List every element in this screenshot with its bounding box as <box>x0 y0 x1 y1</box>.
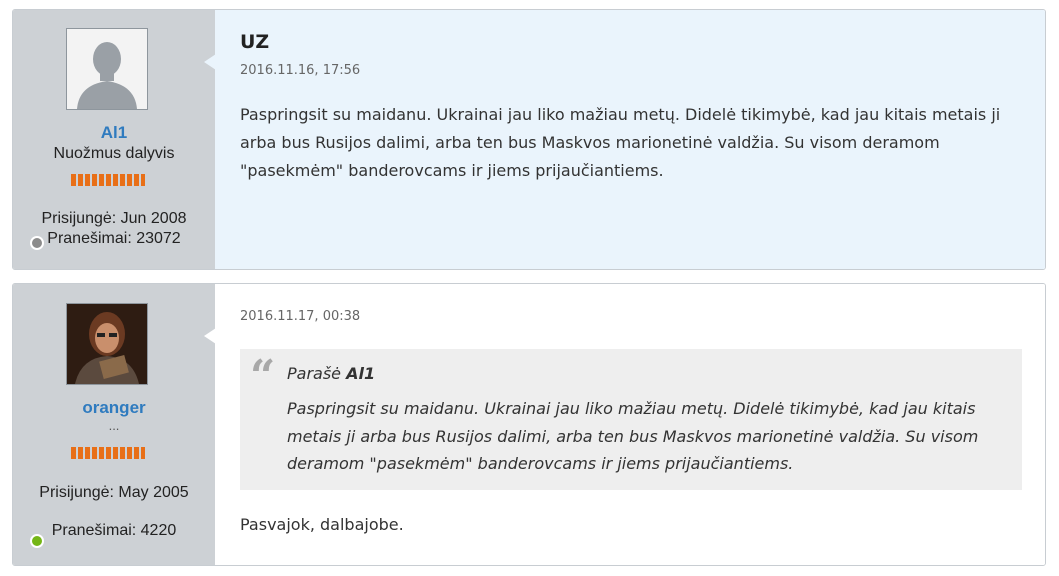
online-status-icon <box>30 534 44 548</box>
post-body: 2016.11.17, 00:38 “ Parašė Al1 Pasprings… <box>215 284 1045 565</box>
quote-prefix: Parašė <box>287 364 342 383</box>
quote-header: Parašė Al1 <box>287 364 375 383</box>
reputation-bar <box>71 174 145 186</box>
post-text: Pasvajok, dalbajobe. <box>240 515 404 534</box>
post-count: Pranešimai: 23072 <box>47 230 181 247</box>
quote-text: Paspringsit su maidanu. Ukrainai jau lik… <box>287 399 979 473</box>
post: Al1 Nuožmus dalyvis Prisijungė: Jun 2008… <box>12 9 1046 270</box>
quote-author[interactable]: Al1 <box>346 364 375 383</box>
join-date: Prisijungė: May 2005 <box>39 484 189 501</box>
post-date[interactable]: 2016.11.17, 00:38 <box>240 309 360 324</box>
post-author-panel: oranger ... Prisijungė: May 2005 Praneši… <box>13 284 216 565</box>
post-text: Paspringsit su maidanu. Ukrainai jau lik… <box>240 105 1001 180</box>
post-title: UZ <box>240 31 270 53</box>
post-count: Pranešimai: 4220 <box>51 522 177 539</box>
offline-status-icon <box>30 236 44 250</box>
avatar[interactable] <box>66 28 148 110</box>
reputation-bar <box>71 447 145 459</box>
post-date[interactable]: 2016.11.16, 17:56 <box>240 63 360 78</box>
post: oranger ... Prisijungė: May 2005 Praneši… <box>12 283 1046 566</box>
post-body: UZ 2016.11.16, 17:56 Paspringsit su maid… <box>215 10 1045 269</box>
post-author-panel: Al1 Nuožmus dalyvis Prisijungė: Jun 2008… <box>13 10 216 269</box>
user-rank: Nuožmus dalyvis <box>53 145 175 162</box>
username[interactable]: Al1 <box>13 123 215 143</box>
join-date: Prisijungė: Jun 2008 <box>41 210 187 227</box>
username[interactable]: oranger <box>13 398 215 418</box>
quote-block: “ Parašė Al1 Paspringsit su maidanu. Ukr… <box>240 349 1022 490</box>
quote-icon: “ <box>250 351 276 402</box>
default-user-silhouette-icon <box>67 29 147 109</box>
avatar[interactable] <box>66 303 148 385</box>
user-rank: ... <box>108 418 120 433</box>
user-photo-avatar <box>67 304 147 384</box>
